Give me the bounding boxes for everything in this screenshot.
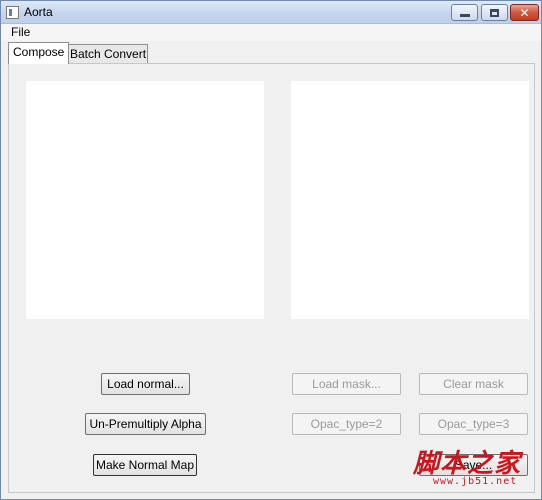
menu-bar: File [1,24,541,41]
clear-mask-button[interactable]: Clear mask [419,373,528,395]
opac-type-3-button[interactable]: Opac_type=3 [419,413,528,435]
minimize-icon [459,14,470,17]
save-button[interactable]: Save... [419,454,528,476]
menu-file[interactable]: File [11,25,30,39]
opac-type-2-button[interactable]: Opac_type=2 [292,413,401,435]
make-normal-map-button[interactable]: Make Normal Map [93,454,197,476]
tab-compose[interactable]: Compose [8,42,70,64]
close-icon: ✕ [519,5,530,20]
maximize-button[interactable] [481,4,508,21]
app-window: Aorta ✕ File Compose Batch Convert Load … [0,0,542,500]
close-button[interactable]: ✕ [510,4,539,21]
unpremultiply-alpha-button[interactable]: Un-Premultiply Alpha [85,413,206,435]
load-mask-button[interactable]: Load mask... [292,373,401,395]
tab-batch-convert[interactable]: Batch Convert [65,44,148,63]
load-normal-button[interactable]: Load normal... [101,373,190,395]
maximize-icon [490,8,499,17]
mask-preview [291,81,529,319]
title-bar[interactable]: Aorta ✕ [1,1,541,24]
normal-map-preview [26,81,264,319]
app-icon[interactable] [6,6,19,19]
window-title: Aorta [24,5,53,19]
minimize-button[interactable] [451,4,478,21]
